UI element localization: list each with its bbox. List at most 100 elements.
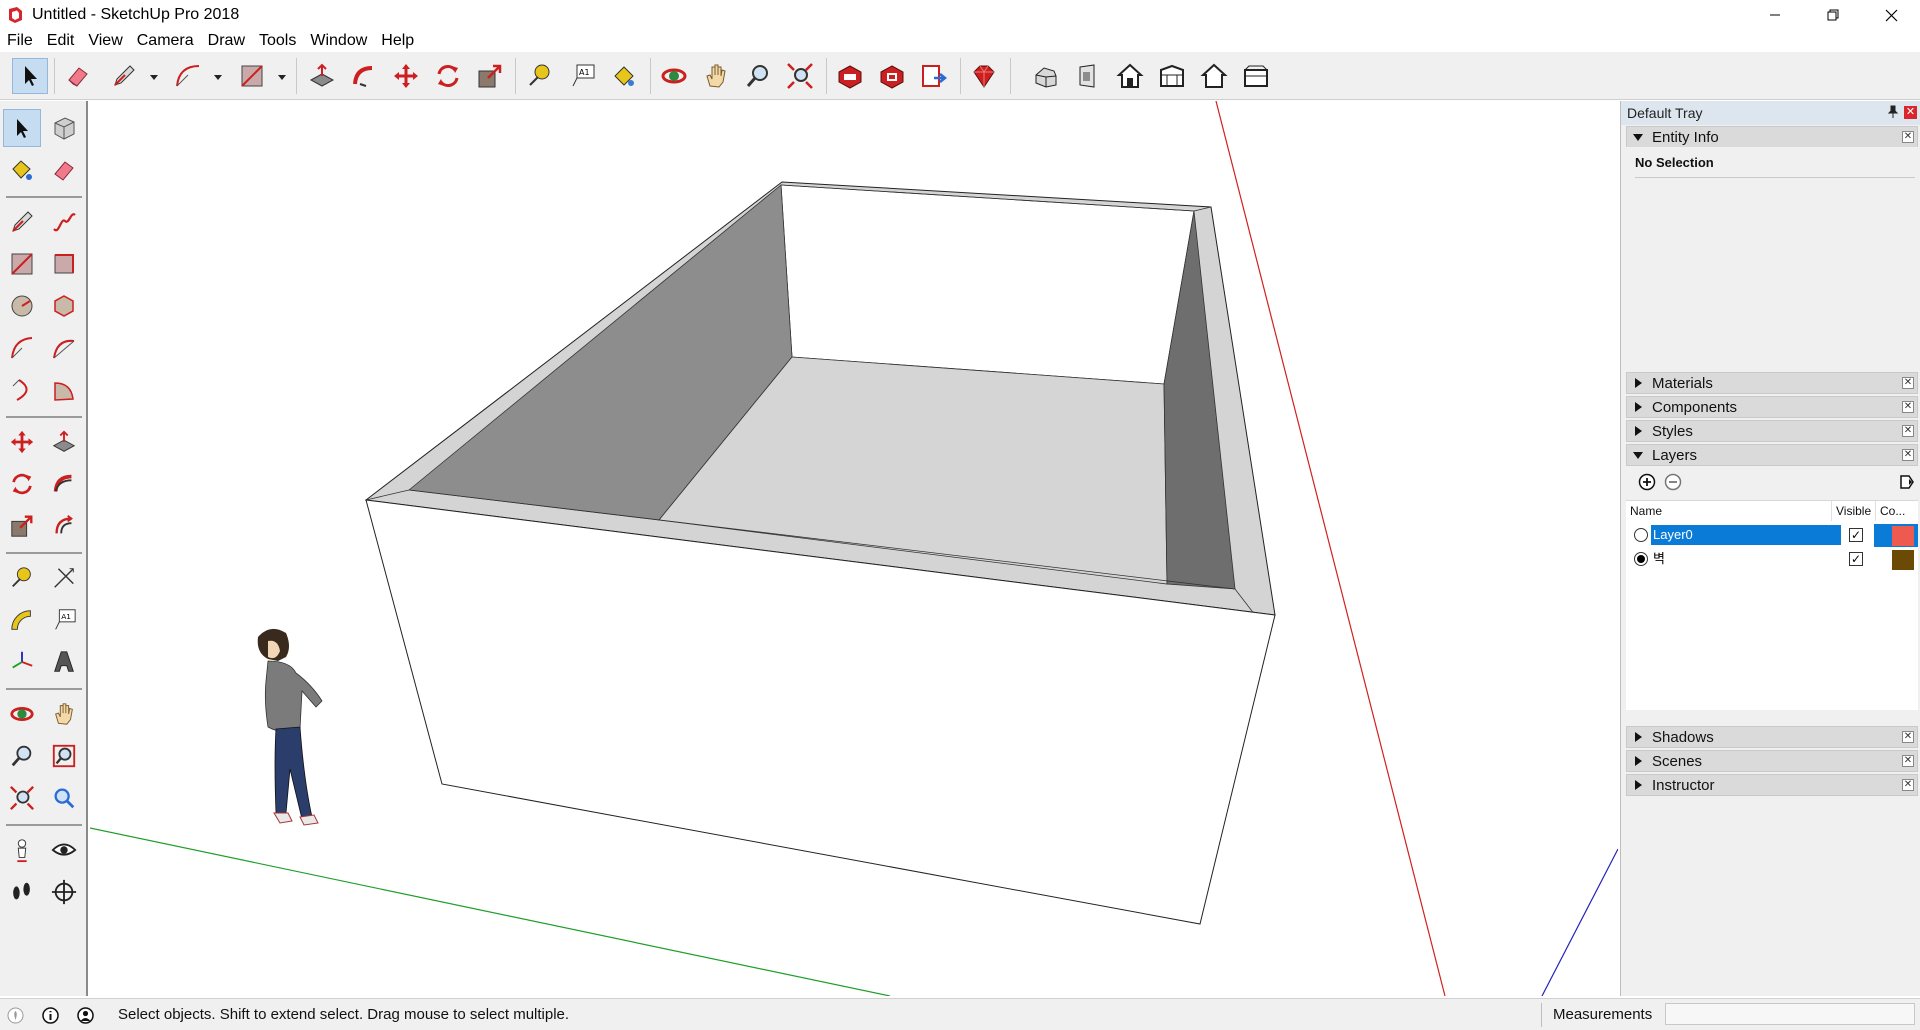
scenes-close-button[interactable]: ✕ [1902,755,1914,767]
iso-view-button[interactable] [1028,58,1064,94]
pin-icon[interactable] [1887,105,1899,119]
layer-color-swatch[interactable] [1892,550,1914,570]
scale-tool-button[interactable] [472,58,508,94]
menu-help[interactable]: Help [374,30,421,52]
layers-panel-header[interactable]: Layers ✕ [1626,444,1918,466]
right-view-button[interactable] [1070,58,1106,94]
palette-make-component-button[interactable] [45,109,83,147]
palette-position-camera-button[interactable] [3,831,41,869]
palette-arc-button[interactable] [3,329,41,367]
select-tool-button[interactable] [12,58,48,94]
tape-measure-tool-button[interactable] [522,58,558,94]
front-view-button[interactable] [1112,58,1148,94]
shadows-panel-header[interactable]: Shadows ✕ [1626,726,1918,748]
layer-visible-checkbox[interactable]: ✓ [1849,528,1863,542]
info-icon[interactable] [42,1007,59,1024]
measurements-input[interactable] [1665,1003,1915,1025]
eraser-tool-button[interactable] [60,58,96,94]
send-to-layout-button[interactable] [916,58,952,94]
drawing-area[interactable] [90,101,1618,996]
palette-pan-button[interactable] [45,695,83,733]
shadows-close-button[interactable]: ✕ [1902,731,1914,743]
palette-dimension-button[interactable] [45,559,83,597]
push-pull-tool-button[interactable] [304,58,340,94]
ruby-console-button[interactable] [966,58,1002,94]
pan-tool-button[interactable] [698,58,734,94]
active-layer-radio[interactable] [1634,528,1648,542]
menu-tools[interactable]: Tools [252,30,303,52]
instructor-panel-header[interactable]: Instructor ✕ [1626,774,1918,796]
column-header-color[interactable]: Co... [1876,501,1918,521]
layer-name[interactable]: 벽 [1651,549,1841,569]
pencil-tool-button[interactable] [106,58,142,94]
layer-row-wall[interactable]: 벽 ✓ [1626,547,1918,571]
palette-eraser-button[interactable] [45,151,83,189]
palette-tape-measure-button[interactable] [3,559,41,597]
menu-view[interactable]: View [81,30,129,52]
palette-follow-me-button[interactable] [45,465,83,503]
left-view-button[interactable] [1238,58,1274,94]
layer-row-layer0[interactable]: Layer0 ✓ [1626,523,1918,547]
zoom-tool-button[interactable] [740,58,776,94]
palette-rectangle-button[interactable] [3,245,41,283]
palette-zoom-extents-button[interactable] [3,779,41,817]
palette-look-around-button[interactable] [45,831,83,869]
menu-file[interactable]: File [0,30,40,52]
palette-paint-bucket-button[interactable] [3,151,41,189]
palette-offset-button[interactable] [45,507,83,545]
3d-warehouse-button[interactable] [832,58,868,94]
rotate-tool-button[interactable] [430,58,466,94]
entity-info-panel-header[interactable]: Entity Info ✕ [1626,126,1918,148]
layer-visible-checkbox[interactable]: ✓ [1849,552,1863,566]
layer-color-cell[interactable] [1874,548,1918,571]
palette-zoom-window-button[interactable] [45,737,83,775]
palette-previous-view-button[interactable] [45,779,83,817]
tray-close-button[interactable]: ✕ [1904,106,1917,119]
back-view-button[interactable] [1196,58,1232,94]
menu-camera[interactable]: Camera [130,30,201,52]
rectangle-dropdown-chevron-down-icon[interactable] [277,72,287,82]
move-tool-button[interactable] [388,58,424,94]
layers-details-icon[interactable] [1898,473,1916,491]
arc-dropdown-chevron-down-icon[interactable] [213,72,223,82]
palette-rotated-rectangle-button[interactable] [45,245,83,283]
palette-pie-button[interactable] [45,371,83,409]
restore-button[interactable] [1804,0,1862,30]
zoom-extents-tool-button[interactable] [782,58,818,94]
components-panel-header[interactable]: Components ✕ [1626,396,1918,418]
palette-select-button[interactable] [3,109,41,147]
styles-close-button[interactable]: ✕ [1902,425,1914,437]
delete-layer-icon[interactable] [1664,473,1682,491]
palette-zoom-button[interactable] [3,737,41,775]
geolocation-icon[interactable] [7,1007,24,1024]
active-layer-radio[interactable] [1634,552,1648,566]
palette-protractor-button[interactable] [3,601,41,639]
layer-color-cell[interactable] [1874,524,1918,547]
text-tool-button[interactable]: A1 [564,58,600,94]
materials-panel-header[interactable]: Materials ✕ [1626,372,1918,394]
menu-draw[interactable]: Draw [201,30,252,52]
palette-move-button[interactable] [3,423,41,461]
components-close-button[interactable]: ✕ [1902,401,1914,413]
layer-name[interactable]: Layer0 [1651,525,1841,545]
palette-pencil-button[interactable] [3,203,41,241]
rectangle-tool-button[interactable] [234,58,270,94]
palette-scale-button[interactable] [3,507,41,545]
add-layer-icon[interactable] [1638,473,1656,491]
top-view-button[interactable] [1154,58,1190,94]
menu-edit[interactable]: Edit [40,30,82,52]
palette-3point-arc-button[interactable] [3,371,41,409]
palette-freehand-button[interactable] [45,203,83,241]
orbit-tool-button[interactable] [656,58,692,94]
palette-rotate-button[interactable] [3,465,41,503]
palette-3d-text-button[interactable] [45,643,83,681]
entity-info-close-button[interactable]: ✕ [1902,131,1914,143]
palette-text-button[interactable]: A1 [45,601,83,639]
close-window-button[interactable] [1862,0,1920,30]
palette-walk-button[interactable] [3,873,41,911]
materials-close-button[interactable]: ✕ [1902,377,1914,389]
palette-circle-button[interactable] [3,287,41,325]
palette-section-plane-button[interactable] [45,873,83,911]
palette-polygon-button[interactable] [45,287,83,325]
instructor-close-button[interactable]: ✕ [1902,779,1914,791]
